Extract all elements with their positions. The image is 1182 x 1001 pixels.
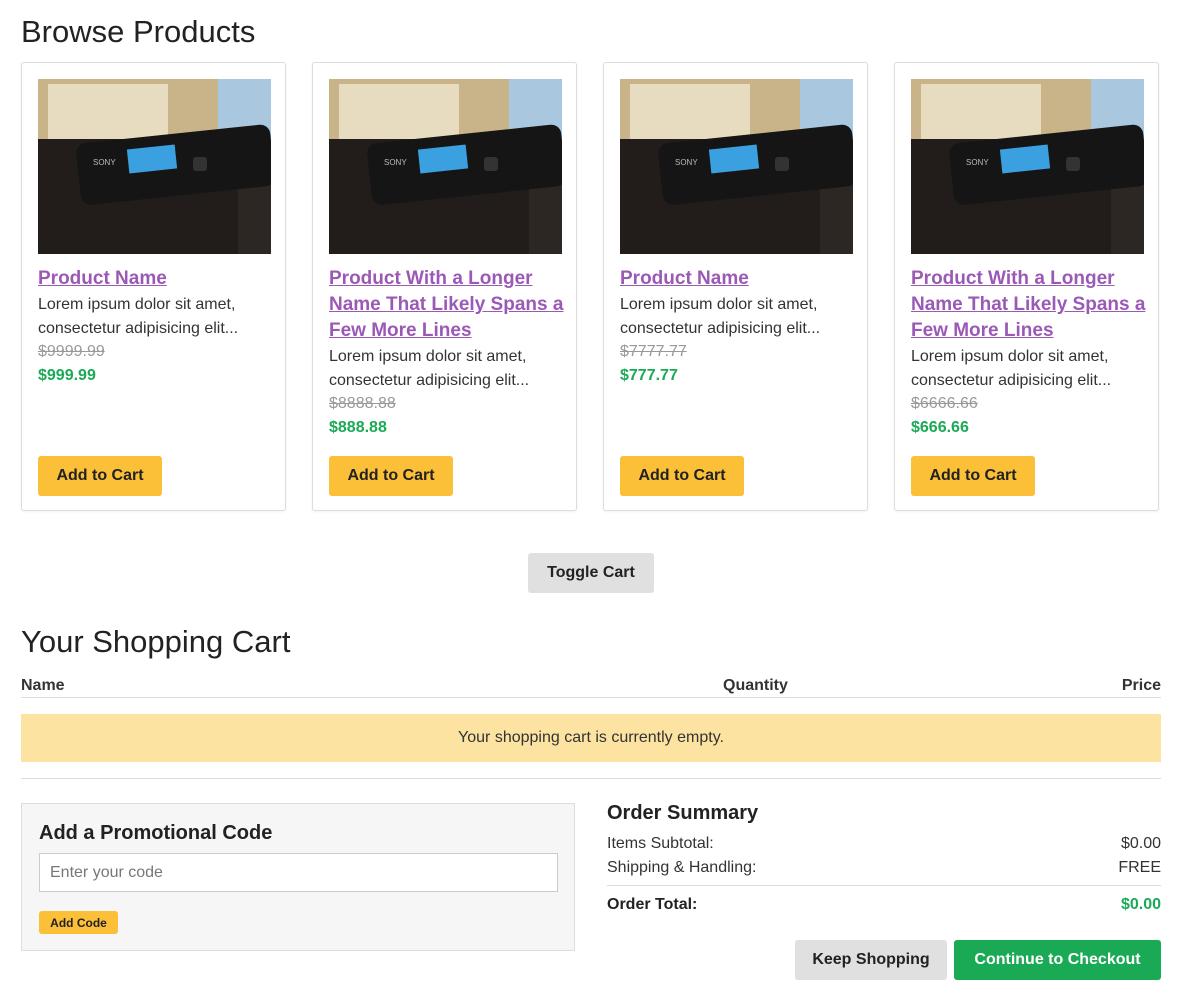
product-price: $888.88 — [329, 419, 387, 436]
product-card: SONY Product Name Lorem ipsum dolor sit … — [21, 62, 286, 511]
shipping-label: Shipping & Handling: — [607, 859, 757, 876]
order-total-label: Order Total: — [607, 896, 698, 913]
promo-code-input[interactable] — [39, 853, 558, 892]
subtotal-row: Items Subtotal: $0.00 — [607, 835, 1161, 853]
add-to-cart-button[interactable]: Add to Cart — [38, 456, 162, 496]
column-quantity-header: Quantity — [723, 677, 788, 694]
toggle-cart-button[interactable]: Toggle Cart — [528, 553, 654, 593]
product-description: Lorem ipsum dolor sit amet, consectetur … — [329, 348, 530, 389]
product-old-price: $9999.99 — [38, 343, 105, 360]
cart-table-header: Name Quantity Price — [21, 677, 1161, 698]
product-price: $777.77 — [620, 367, 678, 384]
product-photo-icon: SONY — [38, 79, 271, 254]
order-total-row: Order Total: $0.00 — [607, 896, 1161, 914]
column-name-header: Name — [21, 677, 65, 694]
product-old-price: $7777.77 — [620, 343, 687, 360]
cart-title: Your Shopping Cart — [21, 624, 291, 659]
add-to-cart-button[interactable]: Add to Cart — [620, 456, 744, 496]
product-name-link[interactable]: Product With a Longer Name That Likely S… — [911, 266, 1146, 344]
empty-cart-message: Your shopping cart is currently empty. — [458, 729, 724, 746]
product-grid: SONY Product Name Lorem ipsum dolor sit … — [21, 62, 1161, 513]
order-summary: Order Summary Items Subtotal: $0.00 Ship… — [607, 800, 1161, 990]
product-image[interactable]: SONY — [38, 79, 271, 254]
svg-text:SONY: SONY — [675, 158, 698, 167]
product-description: Lorem ipsum dolor sit amet, consectetur … — [620, 296, 821, 337]
summary-divider — [607, 885, 1161, 886]
svg-text:SONY: SONY — [93, 158, 116, 167]
product-image[interactable]: SONY — [911, 79, 1144, 254]
add-code-button[interactable]: Add Code — [39, 911, 118, 934]
order-summary-title: Order Summary — [607, 802, 759, 824]
product-description: Lorem ipsum dolor sit amet, consectetur … — [911, 348, 1112, 389]
browse-products-title: Browse Products — [21, 14, 256, 49]
add-to-cart-button[interactable]: Add to Cart — [329, 456, 453, 496]
svg-text:SONY: SONY — [384, 158, 407, 167]
product-name-link[interactable]: Product Name — [38, 266, 273, 292]
column-price-header: Price — [1121, 677, 1161, 694]
promo-code-panel: Add a Promotional Code Add Code — [21, 803, 575, 951]
product-photo-icon: SONY — [911, 79, 1144, 254]
product-image[interactable]: SONY — [620, 79, 853, 254]
shipping-row: Shipping & Handling: FREE — [607, 859, 1161, 877]
product-price: $666.66 — [911, 419, 969, 436]
shipping-value: FREE — [1118, 859, 1161, 876]
svg-text:SONY: SONY — [966, 158, 989, 167]
product-photo-icon: SONY — [329, 79, 562, 254]
product-card: SONY Product With a Longer Name That Lik… — [312, 62, 577, 511]
promo-title: Add a Promotional Code — [39, 822, 273, 844]
subtotal-label: Items Subtotal: — [607, 835, 714, 852]
product-name-link[interactable]: Product With a Longer Name That Likely S… — [329, 266, 564, 344]
product-old-price: $8888.88 — [329, 395, 396, 412]
product-old-price: $6666.66 — [911, 395, 978, 412]
empty-cart-alert: Your shopping cart is currently empty. — [21, 714, 1161, 762]
product-photo-icon: SONY — [620, 79, 853, 254]
product-card: SONY Product Name Lorem ipsum dolor sit … — [603, 62, 868, 511]
subtotal-value: $0.00 — [1120, 835, 1161, 852]
product-description: Lorem ipsum dolor sit amet, consectetur … — [38, 296, 239, 337]
product-card: SONY Product With a Longer Name That Lik… — [894, 62, 1159, 511]
product-image[interactable]: SONY — [329, 79, 562, 254]
product-name-link[interactable]: Product Name — [620, 266, 855, 292]
product-price: $999.99 — [38, 367, 96, 384]
order-total-value: $0.00 — [1120, 896, 1161, 913]
add-to-cart-button[interactable]: Add to Cart — [911, 456, 1035, 496]
divider — [21, 778, 1161, 779]
continue-to-checkout-button[interactable]: Continue to Checkout — [954, 940, 1161, 980]
keep-shopping-button[interactable]: Keep Shopping — [795, 940, 947, 980]
